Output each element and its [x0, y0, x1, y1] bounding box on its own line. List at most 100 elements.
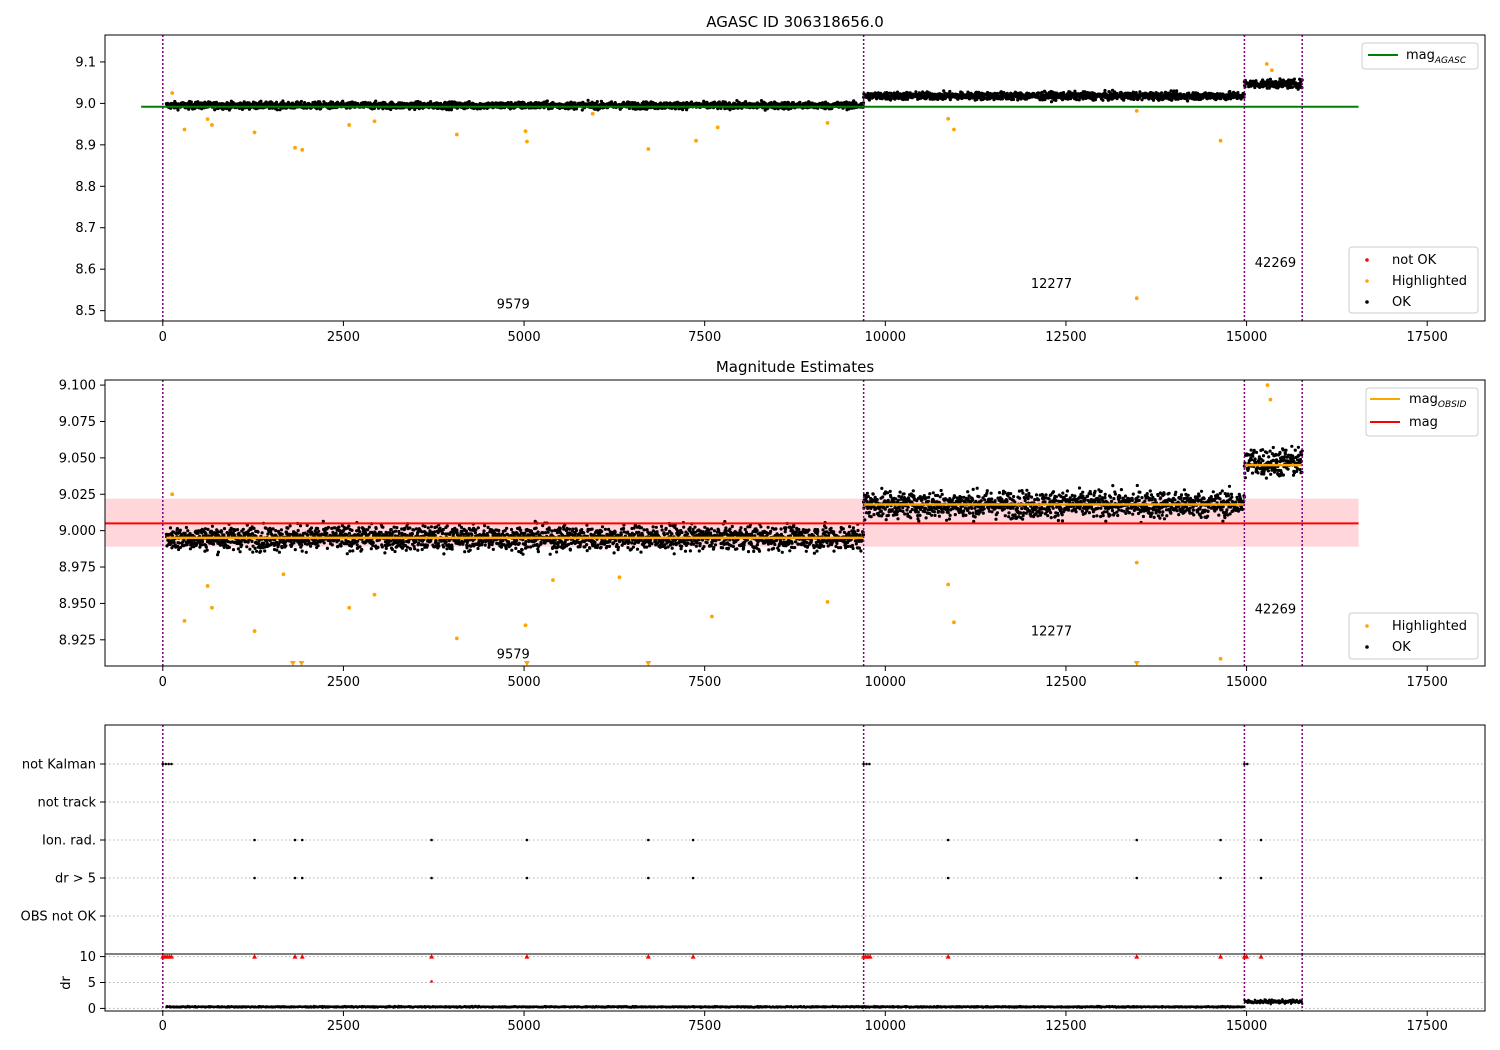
- ok-point: [227, 545, 231, 550]
- x-tick-label: 2500: [327, 330, 360, 345]
- ok-point: [326, 525, 331, 529]
- highlighted-point: [1269, 68, 1274, 73]
- ok-point: [259, 549, 263, 553]
- ok-point: [545, 99, 549, 103]
- highlighted-point: [646, 147, 651, 151]
- ok-point: [337, 525, 341, 529]
- magnitude-points: [105, 383, 1359, 666]
- ok-point: [595, 100, 599, 104]
- ok-point: [333, 526, 337, 530]
- x-tick-label: 5000: [508, 330, 541, 345]
- obsid-label: 42269: [1255, 256, 1296, 271]
- x-tick-label: 7500: [688, 330, 721, 345]
- ok-point: [441, 531, 445, 535]
- x-tick-label: 17500: [1407, 330, 1448, 345]
- ok-point: [169, 541, 173, 545]
- ok-point: [360, 547, 364, 552]
- ok-point: [298, 524, 303, 528]
- ok-point: [345, 552, 349, 556]
- ok-point: [798, 100, 802, 104]
- ok-point: [1016, 98, 1020, 102]
- ok-point: [184, 525, 188, 530]
- ok-point: [403, 526, 407, 531]
- highlighted-point: [252, 130, 257, 135]
- ok-point: [177, 541, 181, 545]
- ok-point: [414, 527, 418, 531]
- ok-point: [351, 549, 355, 553]
- ok-point: [374, 99, 378, 103]
- ok-point: [176, 544, 180, 549]
- y-tick-label: 8.9: [75, 138, 96, 153]
- legend-point-label: Highlighted: [1392, 274, 1467, 289]
- ok-point: [328, 539, 332, 543]
- ok-point: [347, 524, 351, 528]
- highlighted-point: [210, 123, 214, 127]
- ok-point: [176, 108, 180, 112]
- ok-point: [347, 531, 351, 535]
- ok-point: [256, 530, 260, 534]
- ok-point: [1049, 100, 1054, 104]
- ok-point: [393, 549, 397, 554]
- ok-point: [309, 544, 313, 548]
- ok-point: [395, 526, 399, 530]
- y-tick-label: 9.0: [75, 97, 96, 112]
- ok-point: [384, 546, 388, 551]
- ok-point: [186, 529, 190, 533]
- highlighted-point: [372, 119, 377, 124]
- ok-point: [296, 528, 300, 533]
- ok-point: [251, 550, 255, 554]
- ok-point: [366, 528, 370, 532]
- ok-point: [295, 532, 299, 536]
- ok-point: [339, 544, 343, 548]
- highlighted-point: [300, 147, 305, 152]
- x-tick-label: 15000: [1226, 330, 1267, 345]
- highlighted-point: [347, 123, 352, 127]
- ok-point: [467, 100, 471, 104]
- ok-point: [436, 541, 440, 546]
- ok-point: [222, 527, 227, 531]
- highlighted-point: [825, 120, 830, 125]
- ok-point: [442, 552, 446, 556]
- ok-point: [1012, 97, 1016, 101]
- ok-point: [334, 531, 338, 535]
- y-tick-label: 8.5: [75, 304, 96, 319]
- ok-point: [204, 545, 208, 549]
- highlighted-point: [182, 127, 187, 132]
- legend-marker: [1365, 258, 1369, 262]
- legend-points: not OK Highlighted OK: [1348, 246, 1479, 314]
- ok-point: [316, 544, 320, 548]
- legend-marker: [1365, 300, 1369, 304]
- ok-point: [238, 550, 242, 554]
- ok-point: [367, 525, 371, 529]
- ok-point: [1186, 99, 1190, 103]
- obsid-label: 9579: [497, 298, 530, 313]
- ok-point: [200, 540, 205, 544]
- ok-point: [360, 532, 364, 537]
- x-tick-label: 10000: [865, 330, 906, 345]
- ok-point: [1103, 88, 1107, 93]
- ok-point: [433, 533, 437, 538]
- ok-point: [374, 526, 378, 531]
- plot-frame: [104, 34, 1486, 322]
- ok-point: [325, 546, 329, 551]
- ok-point: [381, 525, 385, 529]
- ok-point: [277, 550, 281, 554]
- ok-point: [413, 547, 417, 551]
- ok-point: [390, 547, 394, 552]
- ok-point: [274, 529, 278, 533]
- ok-point: [409, 547, 413, 551]
- ok-point: [416, 548, 420, 552]
- ok-point: [284, 544, 288, 548]
- ok-point: [444, 540, 448, 544]
- ok-point: [231, 548, 236, 552]
- ok-point: [300, 549, 304, 553]
- ok-point: [434, 539, 438, 543]
- ok-point: [1292, 77, 1296, 81]
- ok-point: [1160, 91, 1164, 95]
- ok-point: [580, 108, 584, 112]
- ok-point: [389, 528, 393, 532]
- ok-point: [206, 527, 210, 532]
- ok-point: [420, 547, 424, 552]
- obsid-label: 12277: [1031, 277, 1072, 292]
- ok-point: [245, 545, 249, 549]
